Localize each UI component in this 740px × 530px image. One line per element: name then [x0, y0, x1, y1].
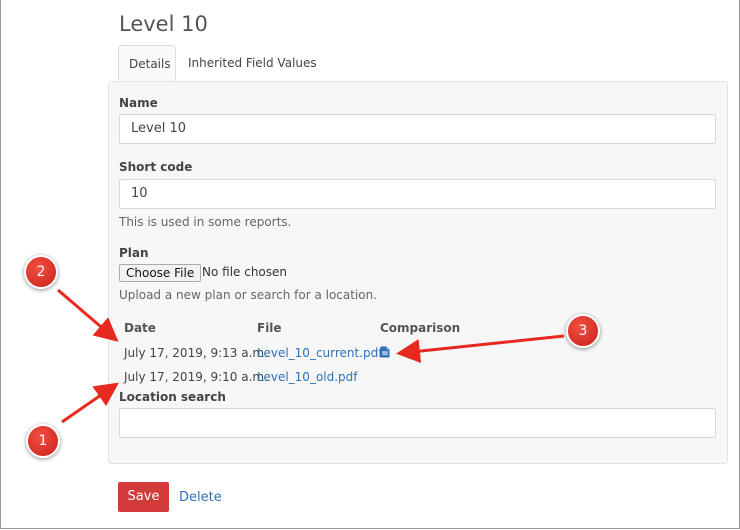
annotation-badge-2: 2: [24, 255, 58, 289]
tab-inherited-field-values[interactable]: Inherited Field Values: [178, 45, 327, 81]
table-header-date: Date: [124, 321, 156, 335]
page-title: Level 10: [119, 12, 208, 36]
short-code-label: Short code: [119, 160, 193, 174]
short-code-help: This is used in some reports.: [119, 215, 292, 229]
table-header-file: File: [257, 321, 282, 335]
delete-link[interactable]: Delete: [179, 490, 222, 505]
location-search-input[interactable]: [119, 408, 716, 438]
annotation-badge-1: 1: [26, 424, 60, 458]
name-label: Name: [119, 96, 158, 110]
table-header-comparison: Comparison: [380, 321, 461, 335]
short-code-input[interactable]: 10: [119, 179, 716, 209]
location-search-label: Location search: [119, 390, 226, 404]
file-status-text: No file chosen: [202, 265, 288, 279]
name-input[interactable]: Level 10: [119, 114, 716, 144]
pdf-document-icon[interactable]: [380, 346, 390, 358]
row-2-date: July 17, 2019, 9:10 a.m.: [124, 370, 268, 384]
tab-details[interactable]: Details: [118, 45, 176, 81]
row-1-file-link[interactable]: Level_10_current.pdf: [257, 346, 383, 360]
save-button[interactable]: Save: [118, 482, 169, 512]
tab-bar: Details Inherited Field Values: [118, 45, 716, 82]
plan-label: Plan: [119, 246, 149, 260]
row-1-date: July 17, 2019, 9:13 a.m.: [124, 346, 268, 360]
annotation-badge-3: 3: [566, 314, 600, 348]
row-2-file-link[interactable]: Level_10_old.pdf: [257, 370, 358, 384]
plan-help: Upload a new plan or search for a locati…: [119, 288, 378, 302]
choose-file-button[interactable]: Choose File: [119, 264, 202, 282]
